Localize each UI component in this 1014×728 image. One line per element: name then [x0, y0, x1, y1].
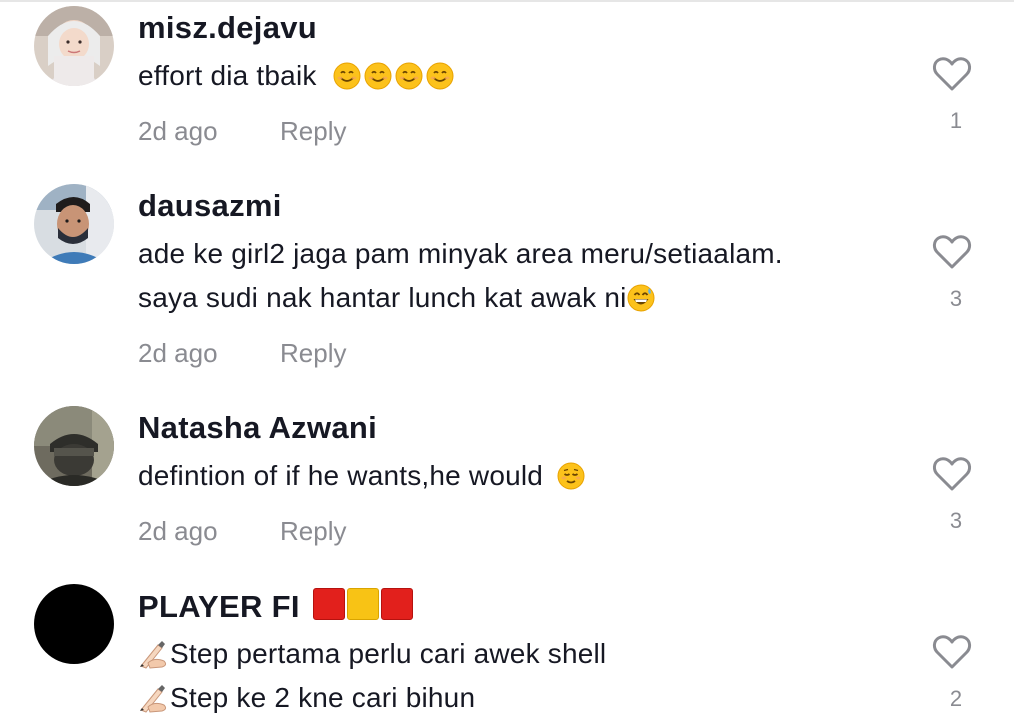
username[interactable]: misz.dejavu	[138, 10, 317, 46]
comment-text-line: Step ke 2 kne cari bihun	[170, 682, 476, 713]
red-square-emoji-icon	[380, 588, 413, 620]
avatar[interactable]	[34, 406, 114, 486]
comments-panel: misz.dejavu effort dia tbaik 2d ago Repl…	[0, 0, 1014, 728]
avatar[interactable]	[34, 6, 114, 86]
avatar[interactable]	[34, 584, 114, 664]
comment-text-line: defintion of if he wants,he would	[138, 460, 552, 491]
comment-meta: 2d ago Reply	[138, 516, 346, 547]
username[interactable]: PLAYER FI	[138, 588, 413, 625]
relieved-face-emoji-icon	[557, 462, 585, 490]
heart-outline-icon	[932, 57, 972, 91]
avatar[interactable]	[34, 184, 114, 264]
smiling-face-emoji-icon	[395, 62, 423, 90]
like-count: 3	[949, 286, 963, 311]
like-count: 2	[949, 686, 963, 711]
heart-outline-icon	[932, 235, 972, 269]
comment-text-line: effort dia tbaik	[138, 60, 317, 91]
comment-meta: 2d ago Reply	[138, 338, 346, 369]
like-button[interactable]	[932, 634, 972, 675]
like-button[interactable]	[932, 456, 972, 497]
comment-text: effort dia tbaik	[138, 60, 454, 92]
comment-text: defintion of if he wants,he would	[138, 460, 585, 492]
comment-text: Step ke 2 kne cari bihun	[138, 682, 475, 714]
comment-text-line: saya sudi nak hantar lunch kat awak ni	[138, 282, 627, 313]
username[interactable]: dausazmi	[138, 188, 282, 224]
like-count: 1	[949, 108, 963, 133]
like-button[interactable]	[932, 56, 972, 97]
writing-hand-emoji-icon	[138, 639, 170, 669]
writing-hand-emoji-icon	[138, 683, 170, 713]
red-square-emoji-icon	[312, 588, 345, 620]
timestamp: 2d ago	[138, 338, 218, 368]
comment-text: ade ke girl2 jaga pam minyak area meru/s…	[138, 238, 783, 270]
username[interactable]: Natasha Azwani	[138, 410, 377, 446]
timestamp: 2d ago	[138, 516, 218, 546]
reply-button[interactable]: Reply	[280, 516, 346, 547]
username-text: PLAYER FI	[138, 589, 300, 624]
reply-button[interactable]: Reply	[280, 116, 346, 147]
heart-outline-icon	[932, 457, 972, 491]
like-button[interactable]	[932, 234, 972, 275]
comment-text: saya sudi nak hantar lunch kat awak ni	[138, 282, 655, 314]
comment-text: Step pertama perlu cari awek shell	[138, 638, 606, 670]
timestamp: 2d ago	[138, 116, 218, 146]
yellow-square-emoji-icon	[346, 588, 379, 620]
like-count: 3	[949, 508, 963, 533]
smiling-face-emoji-icon	[364, 62, 392, 90]
heart-outline-icon	[932, 635, 972, 669]
comment-meta: 2d ago Reply	[138, 116, 346, 147]
smiling-face-emoji-icon	[333, 62, 361, 90]
comment-text-line: ade ke girl2 jaga pam minyak area meru/s…	[138, 238, 783, 269]
reply-button[interactable]: Reply	[280, 338, 346, 369]
grinning-sweat-emoji-icon	[627, 284, 655, 312]
comment-text-line: Step pertama perlu cari awek shell	[170, 638, 607, 669]
smiling-face-emoji-icon	[426, 62, 454, 90]
